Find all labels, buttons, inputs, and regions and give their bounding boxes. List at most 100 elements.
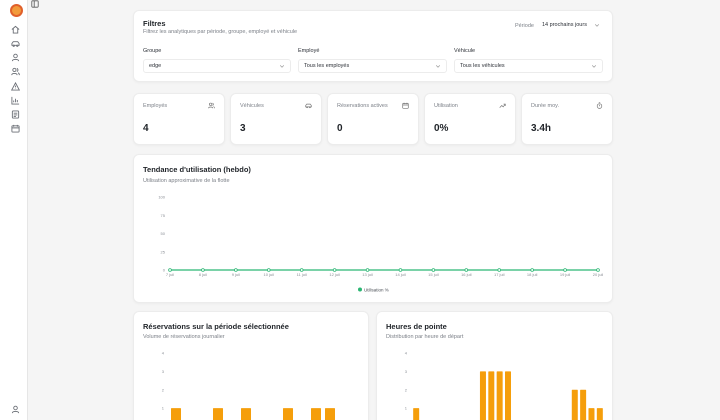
y-tick-label: 1: [162, 406, 165, 411]
sidebar-toggle-icon[interactable]: [31, 0, 39, 8]
vehicle-select[interactable]: Tous les véhicules: [454, 59, 603, 73]
group-select[interactable]: edge: [143, 59, 291, 73]
stat-card-vehicles: Véhicules 3: [230, 93, 322, 145]
stat-label: Utilisation: [434, 103, 458, 109]
stat-label: Réservations actives: [337, 103, 388, 109]
stat-card-active-reservations: Réservations actives 0: [327, 93, 419, 145]
y-tick-label: 100: [158, 195, 165, 200]
stat-label: Durée moy.: [531, 103, 560, 109]
filters-title: Filtres: [143, 19, 166, 28]
data-point: [563, 268, 567, 272]
chevron-down-icon: [591, 63, 597, 69]
bar: [496, 371, 503, 420]
stat-card-employees: Employés 4: [133, 93, 225, 145]
employee-select[interactable]: Tous les employés: [298, 59, 447, 73]
bar: [213, 408, 223, 420]
x-tick-label: 19 juil: [560, 272, 571, 277]
x-tick-label: 11 juil: [297, 272, 307, 277]
timer-icon: [596, 102, 603, 109]
stat-value: 3: [240, 123, 246, 134]
data-point: [530, 268, 534, 272]
x-tick-label: 14 juil: [395, 272, 406, 277]
legend-marker: [358, 287, 362, 292]
data-point: [332, 268, 337, 272]
data-point: [398, 268, 403, 272]
calendar-icon[interactable]: [11, 124, 20, 133]
reservations-chart-card: Réservations sur la période sélectionnée…: [133, 311, 369, 420]
stat-value: 0: [337, 123, 343, 134]
x-tick-label: 16 juil: [461, 272, 472, 277]
bar: [596, 408, 603, 420]
x-tick-label: 13 juil: [362, 272, 373, 277]
app-logo[interactable]: [10, 4, 23, 17]
alert-triangle-icon[interactable]: [11, 82, 20, 91]
bar: [283, 408, 293, 420]
bar: [311, 408, 321, 420]
x-tick-label: 20 juil: [593, 272, 604, 277]
sidebar: [0, 0, 28, 420]
x-tick-label: 7 juil: [166, 272, 174, 277]
bar: [580, 389, 587, 420]
y-tick-label: 4: [162, 351, 165, 356]
document-icon[interactable]: [11, 110, 20, 119]
trending-up-icon: [499, 102, 506, 109]
bar: [488, 371, 495, 420]
group-value: edge: [149, 63, 162, 69]
users-icon[interactable]: [11, 67, 20, 76]
stat-card-utilisation: Utilisation 0%: [424, 93, 516, 145]
data-point: [266, 268, 271, 272]
reservations-chart: 1 2 3 4: [162, 351, 335, 420]
stat-label: Employés: [143, 103, 168, 109]
data-point: [168, 268, 172, 272]
x-tick-label: 8 juil: [199, 272, 207, 277]
y-tick-label: 75: [161, 213, 166, 218]
x-tick-label: 15 juil: [428, 272, 439, 277]
bar: [479, 371, 486, 420]
filters-card: Filtres Filtrez les analytiques par péri…: [133, 10, 613, 82]
chevron-down-icon: [279, 63, 285, 69]
y-tick-label: 3: [405, 369, 408, 374]
home-icon[interactable]: [11, 25, 20, 34]
account-icon[interactable]: [11, 405, 20, 414]
car-icon[interactable]: [11, 39, 20, 48]
period-value: 14 prochains jours: [542, 22, 587, 28]
trend-chart: 02550751007 juil 8 juil 9 juil 10 juil 11 ju…: [158, 195, 604, 293]
user-icon[interactable]: [11, 53, 20, 62]
stat-value: 4: [143, 123, 149, 134]
x-tick-label: 10 juil: [264, 272, 275, 277]
data-point: [497, 268, 502, 272]
stat-value: 0%: [434, 123, 449, 134]
period-label: Période: [515, 23, 534, 29]
bar: [325, 408, 335, 420]
period-select[interactable]: 14 prochains jours: [537, 19, 605, 33]
legend-label: Utilisation %: [364, 288, 389, 293]
peak-hours-chart-card: Heures de pointe Distribution par heure …: [376, 311, 613, 420]
data-point: [234, 268, 238, 272]
y-tick-label: 2: [405, 387, 408, 392]
chevron-down-icon: [594, 22, 600, 28]
group-label: Groupe: [143, 48, 162, 54]
bar: [588, 408, 595, 420]
vehicle-label: Véhicule: [454, 48, 476, 54]
chevron-down-icon: [435, 63, 441, 69]
x-tick-label: 17 juil: [494, 272, 505, 277]
employee-label: Employé: [298, 48, 320, 54]
y-tick-label: 2: [162, 387, 165, 392]
bar: [413, 408, 420, 420]
users-icon: [208, 102, 215, 109]
bar: [571, 389, 578, 420]
data-point: [201, 268, 205, 272]
y-tick-label: 25: [161, 249, 166, 254]
stat-card-avg-duration: Durée moy. 3.4h: [521, 93, 613, 145]
data-point: [431, 268, 436, 272]
y-tick-label: 50: [161, 231, 166, 236]
car-icon: [305, 102, 312, 109]
y-tick-label: 4: [405, 351, 408, 356]
x-tick-label: 12 juil: [329, 272, 340, 277]
bar-chart-icon[interactable]: [11, 96, 20, 105]
data-point: [464, 268, 469, 272]
y-tick-label: 3: [162, 369, 165, 374]
employee-value: Tous les employés: [304, 63, 350, 69]
peak-hours-chart: 1 2 3 4: [405, 351, 603, 420]
data-point: [596, 268, 600, 272]
